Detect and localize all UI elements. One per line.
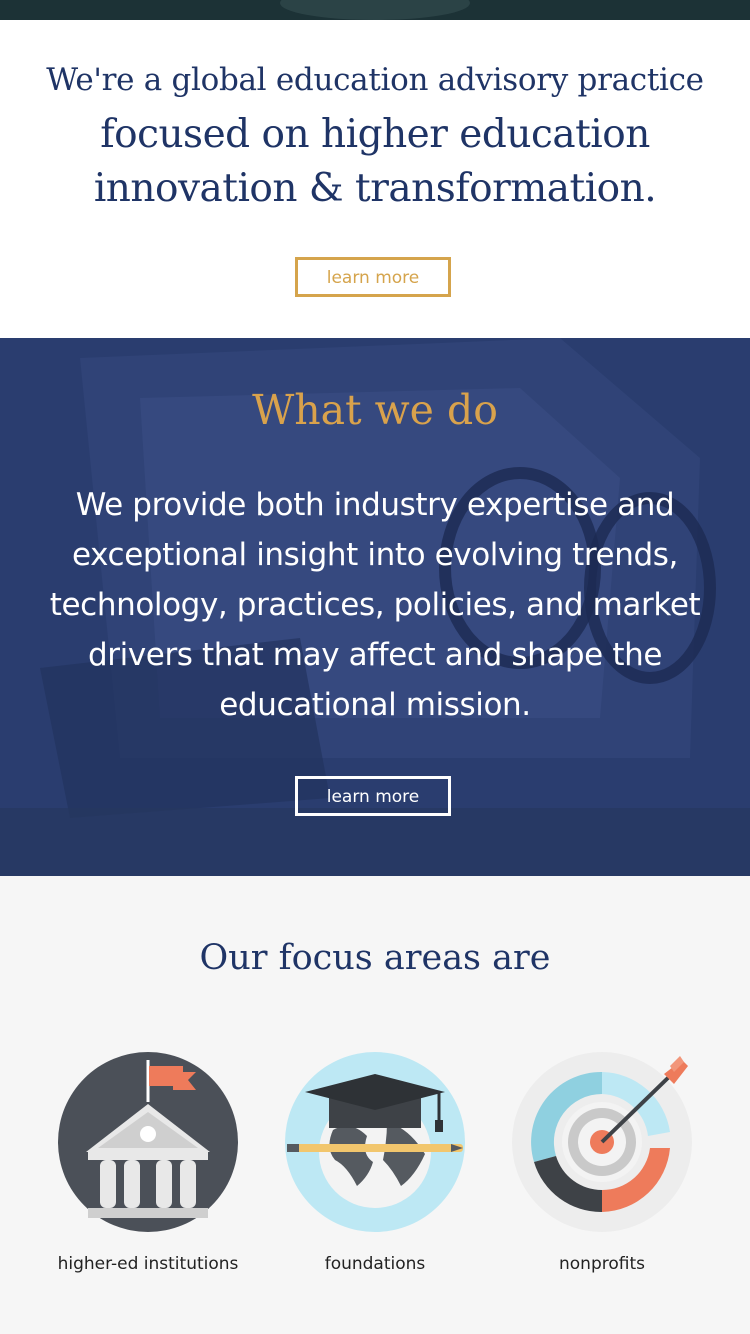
focus-areas-title: Our focus areas are [199,938,551,978]
hero-image-strip [0,0,750,20]
focus-item-nonprofits[interactable]: nonprofits [488,1052,716,1292]
intro-heading-line2: focused on higher education innovation &… [93,112,657,211]
target-arrow-icon [512,1052,692,1232]
focus-item-higher-ed[interactable]: higher-ed institutions [34,1052,262,1292]
hero-image-fragment [280,0,470,20]
focus-item-label: foundations [324,1254,426,1274]
focus-item-foundations[interactable]: foundations [261,1052,489,1292]
focus-item-label: nonprofits [559,1254,645,1274]
intro-section: We're a global education advisory practi… [0,20,750,338]
focus-item-label: higher-ed institutions [57,1254,239,1274]
intro-heading-line1: We're a global education advisory practi… [46,62,704,98]
what-we-do-section: What we do We provide both industry expe… [0,338,750,876]
graduation-globe-icon [285,1052,465,1232]
intro-learn-more-button[interactable]: learn more [295,257,451,297]
focus-areas-section: Our focus areas are higher-ed institutio… [0,876,750,1334]
what-we-do-title: What we do [252,386,498,434]
university-building-icon [58,1052,238,1232]
what-we-do-body: We provide both industry expertise and e… [49,487,701,723]
what-we-do-learn-more-button[interactable]: learn more [295,776,451,816]
